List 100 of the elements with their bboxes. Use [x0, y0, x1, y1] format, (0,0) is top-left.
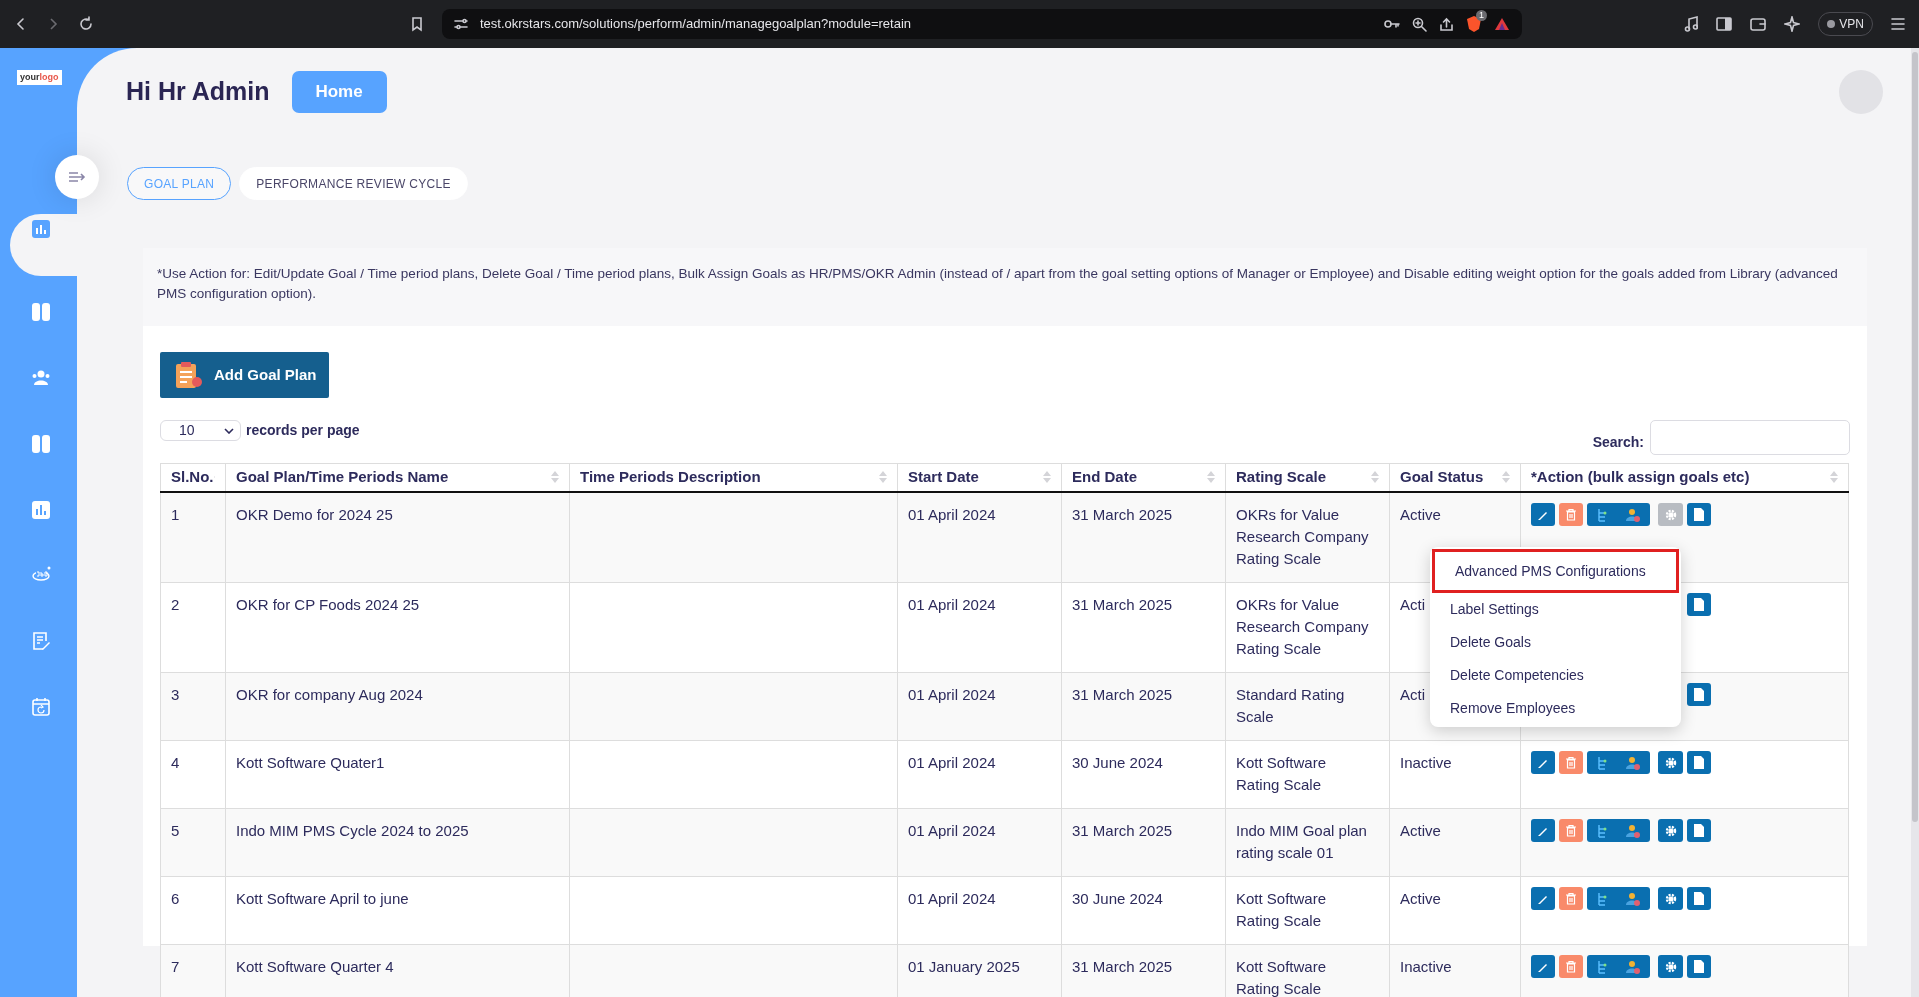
sparkle-icon[interactable]: [1784, 16, 1801, 32]
delete-button[interactable]: [1559, 819, 1583, 842]
person-icon: [1626, 823, 1641, 838]
document-icon: [1694, 598, 1704, 611]
address-bar[interactable]: test.okrstars.com/solutions/perform/admin/managegoalplan?module=retain 1: [442, 9, 1522, 39]
settings-button[interactable]: [1658, 887, 1683, 910]
share-icon[interactable]: [1439, 16, 1454, 32]
rotation-icon[interactable]: [31, 564, 51, 584]
notification-badge: 1: [1476, 10, 1487, 21]
key-icon[interactable]: [1384, 19, 1400, 29]
chart-icon[interactable]: [31, 500, 51, 520]
table-cell: 2: [171, 595, 180, 613]
table-cell: 30 June 2024: [1072, 889, 1163, 907]
zoom-icon[interactable]: [1412, 16, 1427, 32]
wallet-icon[interactable]: [1750, 17, 1767, 31]
table-cell: Inactive: [1400, 753, 1452, 771]
table-cell: 01 April 2024: [908, 595, 996, 613]
trash-icon: [1566, 892, 1576, 905]
table-cell: Indo MIM Goal plan rating scale 01: [1236, 821, 1367, 861]
table-cell: 1: [171, 505, 180, 523]
settings-button[interactable]: [1658, 955, 1683, 978]
columns-icon[interactable]: [31, 302, 51, 322]
table-cell: Active: [1400, 889, 1441, 907]
page-size-select[interactable]: 10: [160, 420, 241, 441]
table-cell: OKR for company Aug 2024: [236, 685, 423, 703]
triangle-icon[interactable]: [1494, 17, 1510, 31]
columns-icon[interactable]: [31, 434, 51, 454]
delete-button[interactable]: [1559, 751, 1583, 774]
table-cell: 31 March 2025: [1072, 505, 1173, 523]
people-icon[interactable]: [31, 368, 51, 388]
settings-icon: [1664, 756, 1677, 769]
settings-icon: [1664, 508, 1677, 521]
chart-icon[interactable]: [31, 219, 51, 239]
assign-button[interactable]: [1587, 503, 1650, 526]
delete-button[interactable]: [1559, 955, 1583, 978]
menu-item[interactable]: Advanced PMS Configurations: [1432, 549, 1679, 593]
collapse-toggle[interactable]: [55, 155, 99, 199]
delete-button[interactable]: [1559, 503, 1583, 526]
site-settings-icon[interactable]: [454, 18, 468, 30]
table-cell: Acti: [1400, 685, 1425, 703]
sidebar-icon[interactable]: [1716, 17, 1733, 31]
document-icon: [1694, 892, 1704, 905]
scrollbar-thumb[interactable]: [1912, 52, 1918, 822]
settings-button[interactable]: [1658, 819, 1683, 842]
bookmark-icon[interactable]: [410, 16, 424, 32]
table-cell: 4: [171, 753, 180, 771]
document-button[interactable]: [1687, 503, 1711, 526]
menu-item[interactable]: Delete Goals: [1430, 626, 1681, 659]
assign-button[interactable]: [1587, 887, 1650, 910]
tab[interactable]: PERFORMANCE REVIEW CYCLE: [239, 167, 468, 200]
assign-button[interactable]: [1587, 955, 1650, 978]
hierarchy-icon: [1596, 959, 1607, 974]
settings-icon: [1664, 824, 1677, 837]
document-button[interactable]: [1687, 593, 1711, 616]
table-cell: Kott Software Rating Scale: [1236, 753, 1327, 793]
search-field[interactable]: [1650, 420, 1850, 455]
table-cell: Active: [1400, 505, 1441, 523]
table-cell: 31 March 2025: [1072, 595, 1173, 613]
person-icon: [1626, 959, 1641, 974]
reload-icon[interactable]: [78, 16, 94, 32]
collapse-icon: [68, 171, 86, 183]
person-icon: [1626, 755, 1641, 770]
music-icon[interactable]: [1684, 16, 1699, 32]
trash-icon: [1566, 508, 1576, 521]
document-button[interactable]: [1687, 683, 1711, 706]
table-cell: 01 January 2025: [908, 957, 1020, 975]
assign-button[interactable]: [1587, 819, 1650, 842]
assign-button[interactable]: [1587, 751, 1650, 774]
document-edit-icon[interactable]: [31, 631, 51, 651]
hierarchy-icon: [1596, 507, 1607, 522]
menu-item[interactable]: Remove Employees: [1430, 692, 1681, 725]
table-cell: 6: [171, 889, 180, 907]
calendar-icon[interactable]: [31, 697, 51, 717]
edit-button[interactable]: [1531, 887, 1555, 910]
document-button[interactable]: [1687, 955, 1711, 978]
table-cell: Kott Software Quater1: [236, 753, 385, 771]
table-cell: 31 March 2025: [1072, 957, 1173, 975]
add-goal-plan-button[interactable]: Add Goal Plan: [160, 352, 329, 398]
caret-icon: [224, 427, 234, 434]
table-cell: 3: [171, 685, 180, 703]
document-button[interactable]: [1687, 751, 1711, 774]
table-cell: OKRs for Value Research Company Rating Scale: [1236, 595, 1369, 657]
menu-icon[interactable]: [1891, 18, 1905, 30]
edit-button[interactable]: [1531, 955, 1555, 978]
delete-button[interactable]: [1559, 887, 1583, 910]
table-cell: Kott Software Quarter 4: [236, 957, 394, 975]
menu-item[interactable]: Delete Competencies: [1430, 659, 1681, 692]
table-cell: Inactive: [1400, 957, 1452, 975]
settings-button[interactable]: [1658, 751, 1683, 774]
document-button[interactable]: [1687, 887, 1711, 910]
table-cell: 01 April 2024: [908, 753, 996, 771]
edit-button[interactable]: [1531, 503, 1555, 526]
table-cell: OKRs for Value Research Company Rating Scale: [1236, 505, 1369, 567]
table-cell: OKR for CP Foods 2024 25: [236, 595, 420, 613]
menu-item[interactable]: Label Settings: [1430, 593, 1681, 626]
edit-button[interactable]: [1531, 819, 1555, 842]
document-button[interactable]: [1687, 819, 1711, 842]
edit-button[interactable]: [1531, 751, 1555, 774]
hierarchy-icon: [1596, 891, 1607, 906]
table-cell: 01 April 2024: [908, 505, 996, 523]
